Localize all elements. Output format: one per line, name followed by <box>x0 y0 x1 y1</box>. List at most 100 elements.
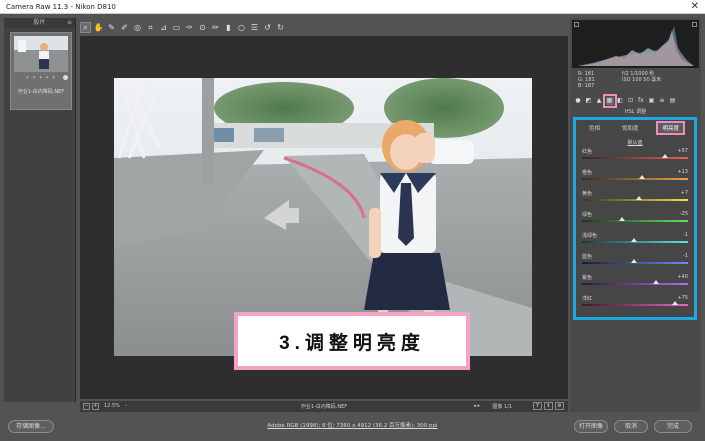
slider-label: 浅绿色 <box>582 233 598 239</box>
open-image-button[interactable]: 打开图像 <box>574 420 608 433</box>
red-eye-icon[interactable]: ⊙ <box>197 22 208 33</box>
panel-header: HSL 调整 <box>624 109 647 115</box>
preview-status-bar: − + 12.5% ⌄ 作业1-白内障码.NEF ◂ ▸ 图像 1/1 Y ⇕ … <box>80 401 568 412</box>
step-caption: 3.调整明亮度 <box>234 312 470 370</box>
before-after-icon[interactable]: Y <box>533 402 542 410</box>
tone-curve-icon[interactable]: ◩ <box>585 97 593 105</box>
rotate-cw-icon[interactable]: ↻ <box>275 22 286 33</box>
slider-track[interactable] <box>582 283 688 285</box>
basic-icon[interactable]: ● <box>574 97 582 105</box>
hsl-icon[interactable]: ▦ <box>602 94 617 108</box>
tab-luminance[interactable]: 明亮度 <box>656 121 685 135</box>
slider-label: 绿色 <box>582 212 593 218</box>
lens-icon[interactable]: ⊡ <box>627 97 635 105</box>
slider-label: 紫色 <box>582 275 593 281</box>
slider-value[interactable]: -25 <box>680 211 688 217</box>
slider-value[interactable]: +75 <box>677 295 688 301</box>
slider-label: 蓝色 <box>582 254 593 260</box>
zoom-icon[interactable]: ⌕ <box>80 21 91 33</box>
camera-readout: R: 181 G: 181 B: 187 f/2 1/1000 秒 ISO 10… <box>572 69 699 93</box>
cancel-button[interactable]: 取消 <box>614 420 648 433</box>
presets-icon[interactable]: ☰ <box>249 22 260 33</box>
image-count: 图像 1/1 <box>492 404 512 410</box>
effects-icon[interactable]: fx <box>637 97 645 105</box>
title-bar: Camera Raw 11.3 - Nikon D810 ✕ <box>0 0 705 14</box>
default-link[interactable]: 默认值 <box>576 139 694 146</box>
tab-saturation[interactable]: 饱和度 <box>618 123 643 133</box>
slider-value[interactable]: +13 <box>677 169 688 175</box>
slider-aqua[interactable]: 浅绿色 -1 <box>582 232 688 247</box>
radial-filter-icon[interactable]: ○ <box>236 22 247 33</box>
filmstrip-title: 胶片 <box>33 19 46 26</box>
slider-red[interactable]: 红色 +57 <box>582 148 688 163</box>
swap-icon[interactable]: ⇕ <box>544 402 553 410</box>
filmstrip-panel: 胶片 ≡ • • • • • 作业1-白内障码.NEF <box>4 18 76 402</box>
color-sampler-icon[interactable]: ✐ <box>119 22 130 33</box>
camera-raw-window: Camera Raw 11.3 - Nikon D810 ✕ 胶片 ≡ • • … <box>0 0 705 441</box>
split-toning-icon[interactable]: ◧ <box>616 97 624 105</box>
thumbnail-image <box>14 36 68 72</box>
snapshots-icon[interactable]: ▤ <box>669 97 677 105</box>
slider-track[interactable] <box>582 157 688 159</box>
highlight-clipping-icon[interactable] <box>692 22 697 27</box>
slider-track[interactable] <box>582 178 688 180</box>
target-adjust-icon[interactable]: ◎ <box>132 22 143 33</box>
shadow-clipping-icon[interactable] <box>574 22 579 27</box>
slider-thumb[interactable] <box>635 196 642 200</box>
step-caption-text: 3.调整明亮度 <box>279 332 425 354</box>
slider-thumb[interactable] <box>671 301 678 305</box>
slider-value[interactable]: -1 <box>683 253 688 259</box>
slider-yellow[interactable]: 黄色 +7 <box>582 190 688 205</box>
detail-icon[interactable]: ▲ <box>595 97 603 105</box>
slider-magenta[interactable]: 洋红 +75 <box>582 295 688 310</box>
calibration-icon[interactable]: ▣ <box>648 97 656 105</box>
tab-hue[interactable]: 色相 <box>585 123 604 133</box>
slider-label: 橙色 <box>582 170 593 176</box>
slider-purple[interactable]: 紫色 +40 <box>582 274 688 289</box>
straighten-icon[interactable]: ⊿ <box>158 22 169 33</box>
slider-value[interactable]: +7 <box>681 190 688 196</box>
hand-icon[interactable]: ✋ <box>93 22 104 33</box>
slider-thumb[interactable] <box>631 238 638 242</box>
preview-settings-icon[interactable]: ⚙ <box>555 402 564 410</box>
slider-value[interactable]: +40 <box>677 274 688 280</box>
slider-label: 黄色 <box>582 191 593 197</box>
slider-green[interactable]: 绿色 -25 <box>582 211 688 226</box>
done-button[interactable]: 完成 <box>654 420 692 433</box>
crop-icon[interactable]: ⌗ <box>145 22 156 33</box>
bottom-bar: 存储图像... Adobe RGB (1998); 8 位; 7360 x 49… <box>0 414 705 441</box>
preview-canvas[interactable]: 3.调整明亮度 <box>80 36 568 399</box>
slider-thumb[interactable] <box>631 259 638 263</box>
slider-value[interactable]: +57 <box>677 148 688 154</box>
filmstrip-menu-icon[interactable]: ≡ <box>67 18 72 28</box>
slider-orange[interactable]: 橙色 +13 <box>582 169 688 184</box>
close-icon[interactable]: ✕ <box>691 1 699 13</box>
slider-thumb[interactable] <box>618 217 625 221</box>
slider-value[interactable]: -1 <box>683 232 688 238</box>
edited-badge-icon <box>63 75 68 80</box>
white-balance-icon[interactable]: ✎ <box>106 22 117 33</box>
spot-removal-icon[interactable]: ✑ <box>184 22 195 33</box>
slider-blue[interactable]: 蓝色 -1 <box>582 253 688 268</box>
graduated-filter-icon[interactable]: ▮ <box>223 22 234 33</box>
histogram <box>572 20 699 68</box>
filmstrip-thumbnail[interactable]: • • • • • 作业1-白内障码.NEF <box>10 32 72 110</box>
hsl-tabs: 色相 饱和度 明亮度 <box>578 121 692 135</box>
rotate-ccw-icon[interactable]: ↺ <box>262 22 273 33</box>
rgb-values: R: 181 G: 181 B: 187 <box>578 71 595 89</box>
b-value: B: 187 <box>578 83 595 89</box>
tool-bar: ⌕ ✋ ✎ ✐ ◎ ⌗ ⊿ ▭ ✑ ⊙ ✏ ▮ ○ ☰ ↺ ↻ <box>80 20 300 34</box>
window-title: Camera Raw 11.3 - Nikon D810 <box>6 3 116 11</box>
slider-thumb[interactable] <box>662 154 669 158</box>
thumbnail-filename: 作业1-白内障码.NEF <box>17 89 65 95</box>
rating-stars[interactable]: • • • • • <box>11 75 71 81</box>
slider-thumb[interactable] <box>653 280 660 284</box>
presets-panel-icon[interactable]: ≡ <box>658 97 666 105</box>
slider-track[interactable] <box>582 220 688 222</box>
camera-settings: f/2 1/1000 秒 ISO 100 50 毫米 <box>622 71 661 83</box>
image-nav-arrows[interactable]: ◂ ▸ <box>473 403 480 409</box>
hsl-panel: 色相 饱和度 明亮度 默认值 红色 +57 橙色 +13 黄色 +7 绿色 -25 浅绿色 -1 蓝… <box>573 117 697 320</box>
adjustment-brush-icon[interactable]: ✏ <box>210 22 221 33</box>
slider-thumb[interactable] <box>638 175 645 179</box>
transform-icon[interactable]: ▭ <box>171 22 182 33</box>
